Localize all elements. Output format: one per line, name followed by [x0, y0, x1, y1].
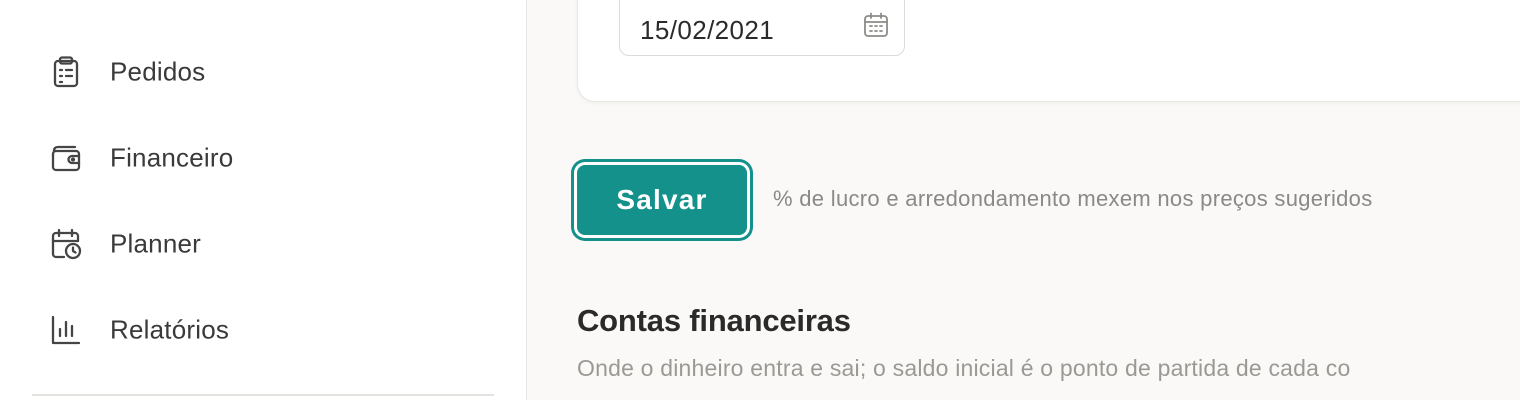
- section-title: Contas financeiras: [577, 303, 851, 338]
- calendar-icon[interactable]: [862, 11, 890, 39]
- sidebar-item-label: Pedidos: [110, 56, 206, 87]
- save-button[interactable]: Salvar: [577, 165, 747, 235]
- section-subtitle: Onde o dinheiro entra e sai; o saldo ini…: [577, 355, 1351, 381]
- sidebar-divider: [32, 394, 494, 396]
- date-input[interactable]: 15/02/2021: [619, 0, 905, 56]
- sidebar-item-relatorios[interactable]: Relatórios: [0, 300, 526, 360]
- sidebar-item-label: Financeiro: [110, 142, 234, 173]
- sidebar-item-financeiro[interactable]: Financeiro: [0, 128, 526, 188]
- sidebar-item-label: Relatórios: [110, 314, 230, 345]
- sidebar-item-label: Planner: [110, 228, 202, 259]
- wallet-icon: [48, 140, 84, 176]
- calendar-clock-icon: [48, 226, 84, 262]
- bar-chart-icon: [48, 312, 84, 348]
- clipboard-icon: [48, 54, 84, 90]
- sidebar-item-planner[interactable]: Planner: [0, 214, 526, 274]
- sidebar: Pedidos Financeiro Planner Relatórios: [0, 0, 527, 400]
- save-hint-text: % de lucro e arredondamento mexem nos pr…: [773, 186, 1373, 211]
- partial-nav-icon: [50, 0, 90, 4]
- sidebar-item-pedidos[interactable]: Pedidos: [0, 42, 526, 102]
- date-input-value: 15/02/2021: [640, 15, 775, 45]
- main-content: 15/02/2021 Salvar % de lucro e arredonda…: [527, 0, 1520, 400]
